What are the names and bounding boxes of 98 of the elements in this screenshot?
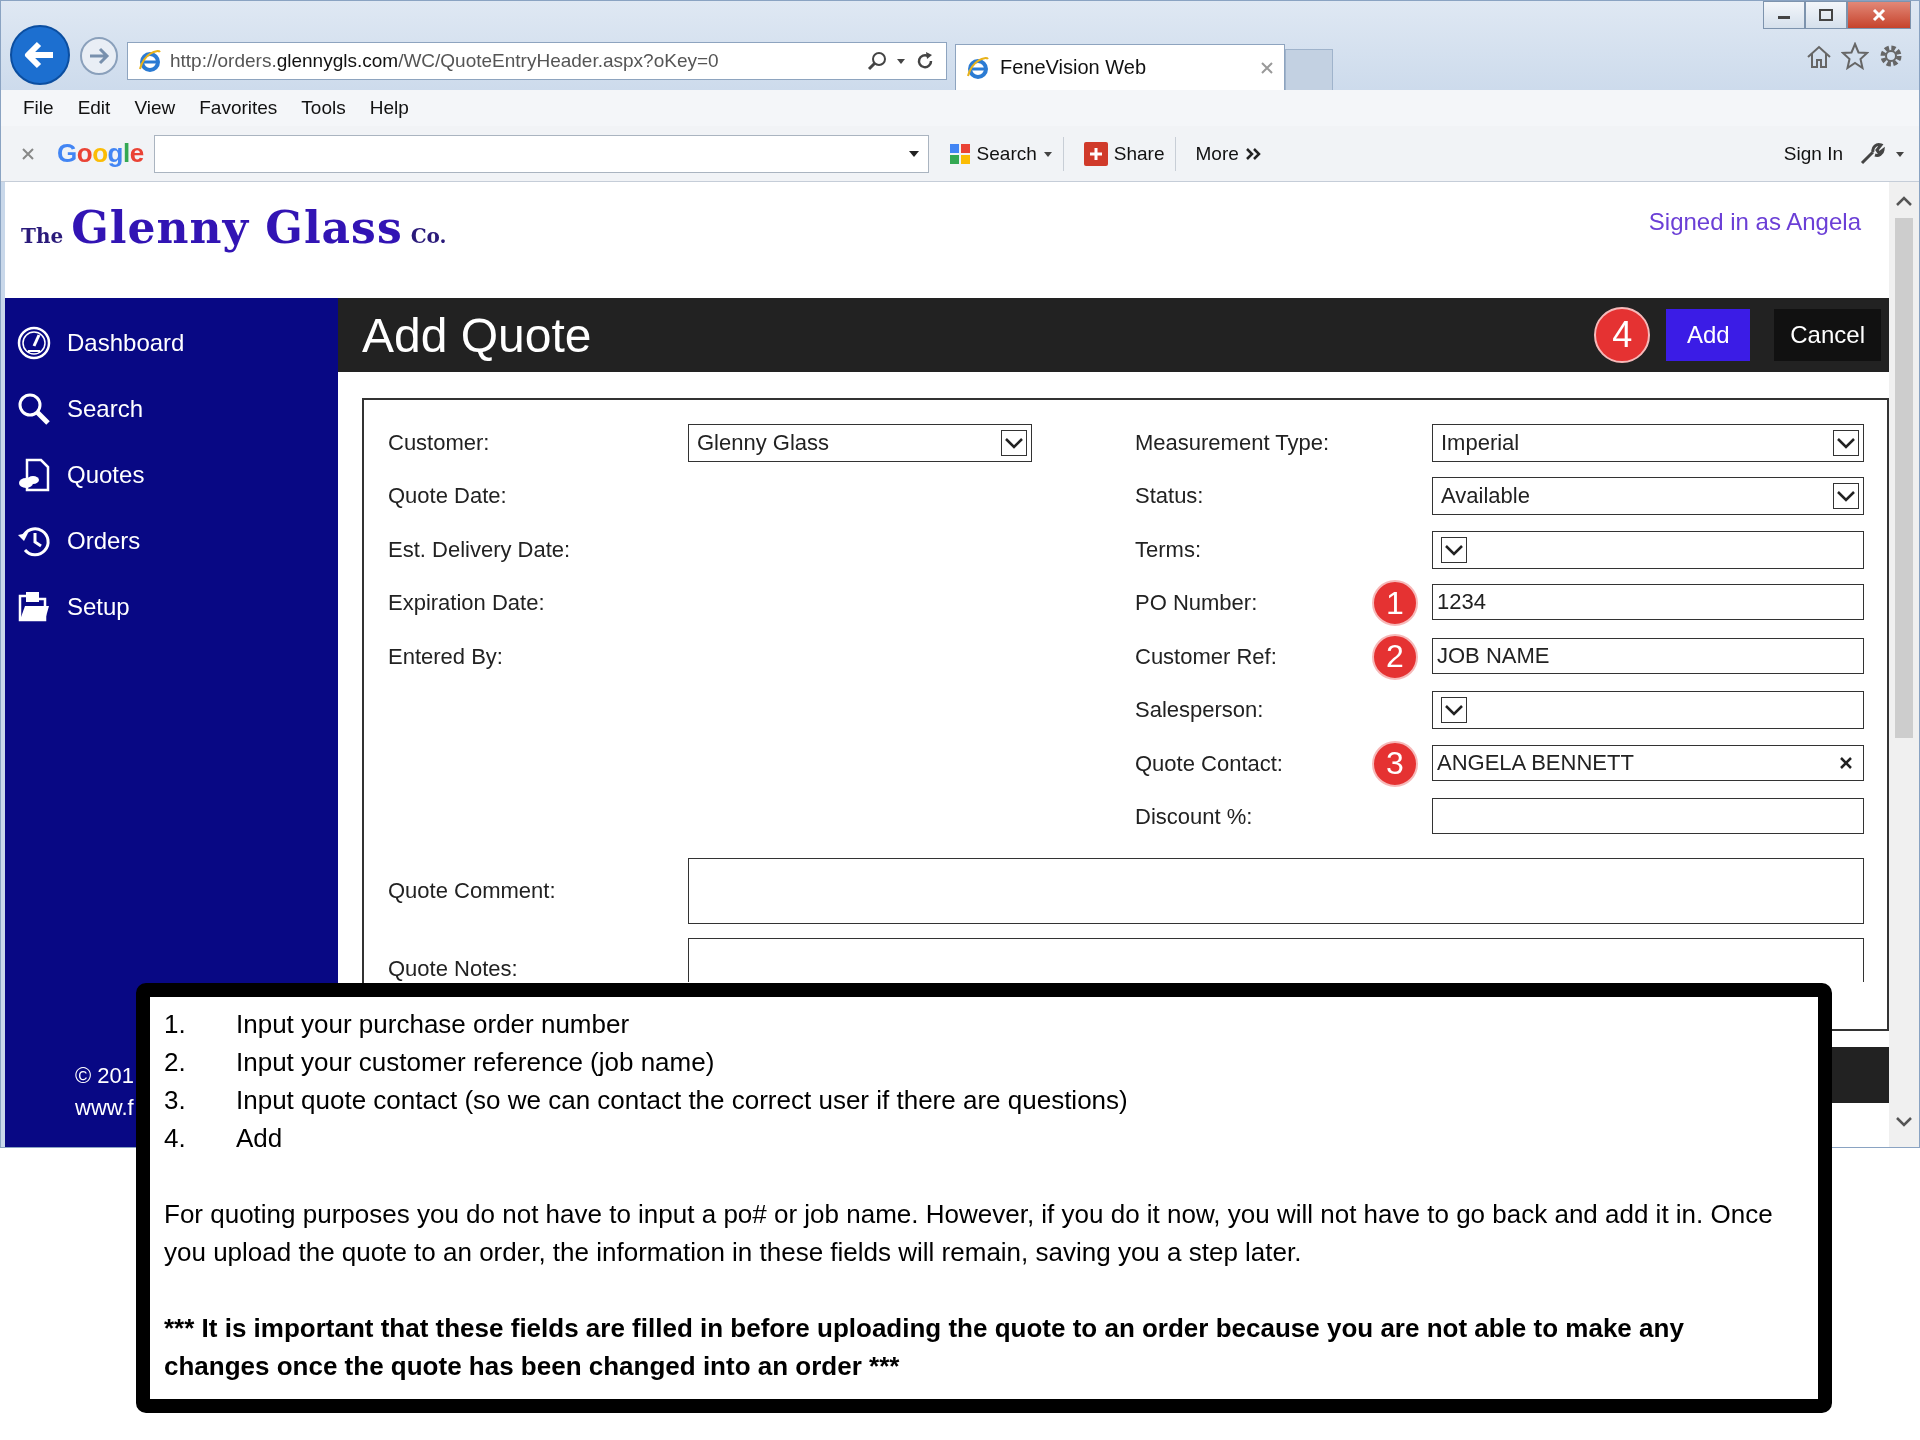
field-label: Entered By: — [388, 643, 503, 669]
step-text: Input quote contact (so we can contact the correct user if there are questions) — [236, 1084, 1128, 1117]
toolbar-search-field[interactable] — [153, 134, 929, 173]
search-button[interactable]: Search — [938, 136, 1064, 171]
callout-badge: 3 — [1372, 740, 1418, 787]
input-field[interactable]: JOB NAME — [1432, 637, 1864, 674]
browser-logo-icon — [138, 49, 162, 73]
double-chevron-icon — [1244, 146, 1263, 161]
field-label: Quote Comment: — [388, 878, 556, 903]
field-label: Terms: — [1135, 536, 1201, 562]
callout-badge: 1 — [1372, 580, 1418, 627]
caret-icon — [1833, 429, 1859, 456]
share-button[interactable]: Share — [1073, 136, 1176, 171]
field-label: Salesperson: — [1135, 697, 1264, 723]
text-area[interactable] — [688, 858, 1864, 924]
close-icon[interactable] — [1260, 60, 1274, 75]
clear-icon[interactable] — [1839, 755, 1853, 770]
caret-icon — [1441, 697, 1467, 724]
scroll-down-icon[interactable] — [1894, 1115, 1914, 1129]
caret-icon — [1833, 483, 1859, 510]
caret-icon[interactable] — [1042, 149, 1053, 158]
scrollbar[interactable] — [1889, 182, 1919, 1147]
toolbar-logo: Google — [57, 138, 144, 169]
more-button[interactable]: More — [1185, 136, 1273, 171]
field-label: Quote Date: — [388, 483, 507, 509]
menu-item[interactable]: View — [134, 97, 176, 119]
instructions-paragraph: For quoting purposes you do not have to input a po# or job name. However, if you do it now, you will not have to go back and add it in. Once you upload the quote to an order, the information in these fields will remain, saving you a step later. — [164, 1198, 1774, 1269]
address-bar[interactable]: http://orders.glennygls.com/WC/QuoteEntryHeader.aspx?oKey=0 — [127, 42, 947, 80]
field-label: Customer: — [388, 429, 490, 455]
callout-badge: 4 — [1594, 307, 1651, 363]
input-field[interactable]: ANGELA BENNETT — [1432, 744, 1864, 781]
dropdown[interactable] — [1432, 530, 1864, 569]
search-icon[interactable] — [866, 50, 888, 72]
field-label: Measurement Type: — [1135, 429, 1330, 455]
sidebar-item[interactable]: Setup — [5, 574, 338, 640]
gauge-icon — [17, 326, 51, 360]
document-icon — [17, 458, 51, 492]
caret-icon — [1001, 429, 1027, 456]
field-label: Quote Notes: — [388, 956, 518, 981]
sidebar-item[interactable]: Dashboard — [5, 310, 338, 376]
caret-icon[interactable] — [896, 57, 906, 65]
search-icon — [17, 392, 51, 426]
text-area[interactable] — [688, 938, 1864, 982]
wrench-icon[interactable] — [1859, 141, 1885, 166]
step-text: Input your customer reference (job name) — [236, 1046, 715, 1079]
sidebar-item[interactable]: Orders — [5, 508, 338, 574]
add-button[interactable]: Add — [1666, 309, 1751, 361]
warning-text: *** It is important that these fields are filled in before uploading the quote to an order because you are not able to make any changes once the quote has been changed into an order *** — [164, 1312, 1685, 1383]
step-number: 3. — [164, 1084, 187, 1117]
field-label: Status: — [1135, 483, 1204, 509]
caret-icon[interactable] — [1895, 149, 1905, 158]
page-title: Add Quote — [362, 307, 592, 363]
field-label: Expiration Date: — [388, 590, 545, 616]
field-label: Customer Ref: — [1135, 643, 1277, 669]
input-field[interactable] — [1432, 798, 1864, 835]
callout-badge: 2 — [1372, 633, 1418, 680]
sign-in-link[interactable]: Sign In — [1783, 142, 1843, 165]
menu-item[interactable]: Favorites — [199, 97, 278, 119]
copyright-text: © 201 — [75, 1063, 135, 1089]
signed-in-text: Signed in as Angela — [1648, 208, 1861, 236]
caret-icon — [1441, 536, 1467, 563]
menu-item[interactable]: Edit — [77, 97, 111, 119]
field-label: Quote Contact: — [1135, 750, 1283, 776]
close-icon[interactable] — [1847, 1, 1911, 29]
step-text: Input your purchase order number — [236, 1008, 630, 1041]
input-field[interactable]: 1234 — [1432, 584, 1864, 621]
menu-item[interactable]: File — [23, 97, 54, 119]
step-number: 4. — [164, 1122, 187, 1155]
sidebar-item[interactable]: Quotes — [5, 442, 338, 508]
home-icon[interactable] — [1805, 44, 1833, 70]
folder-icon — [17, 590, 51, 624]
step-text: Add — [236, 1122, 283, 1155]
menu-item[interactable]: Help — [369, 97, 409, 119]
browser-logo-icon — [966, 55, 990, 80]
minimize-icon[interactable] — [1763, 1, 1805, 29]
maximize-icon[interactable] — [1805, 1, 1847, 29]
sidebar-item[interactable]: Search — [5, 376, 338, 442]
copyright-text: www.f — [75, 1095, 134, 1121]
cancel-button[interactable]: Cancel — [1774, 309, 1881, 361]
star-icon[interactable] — [1841, 42, 1869, 70]
dropdown[interactable]: Imperial — [1432, 423, 1864, 462]
caret-icon[interactable] — [907, 149, 920, 158]
company-logo: The Glenny Glass Co. — [21, 202, 447, 253]
menu-item[interactable]: Tools — [301, 97, 346, 119]
dropdown[interactable]: Available — [1432, 477, 1864, 516]
step-number: 1. — [164, 1008, 187, 1041]
clock-icon — [17, 524, 51, 558]
field-label: PO Number: — [1135, 590, 1258, 616]
field-label: Est. Delivery Date: — [388, 536, 571, 562]
dropdown[interactable]: Glenny Glass — [688, 423, 1032, 462]
step-number: 2. — [164, 1046, 187, 1079]
squares-icon — [948, 142, 971, 165]
plus-icon — [1083, 141, 1108, 166]
browser-tab[interactable]: FeneVision Web — [955, 44, 1285, 90]
dropdown[interactable] — [1432, 691, 1864, 730]
scroll-up-icon[interactable] — [1894, 194, 1914, 208]
close-icon[interactable] — [21, 146, 35, 161]
field-label: Discount %: — [1135, 804, 1253, 830]
